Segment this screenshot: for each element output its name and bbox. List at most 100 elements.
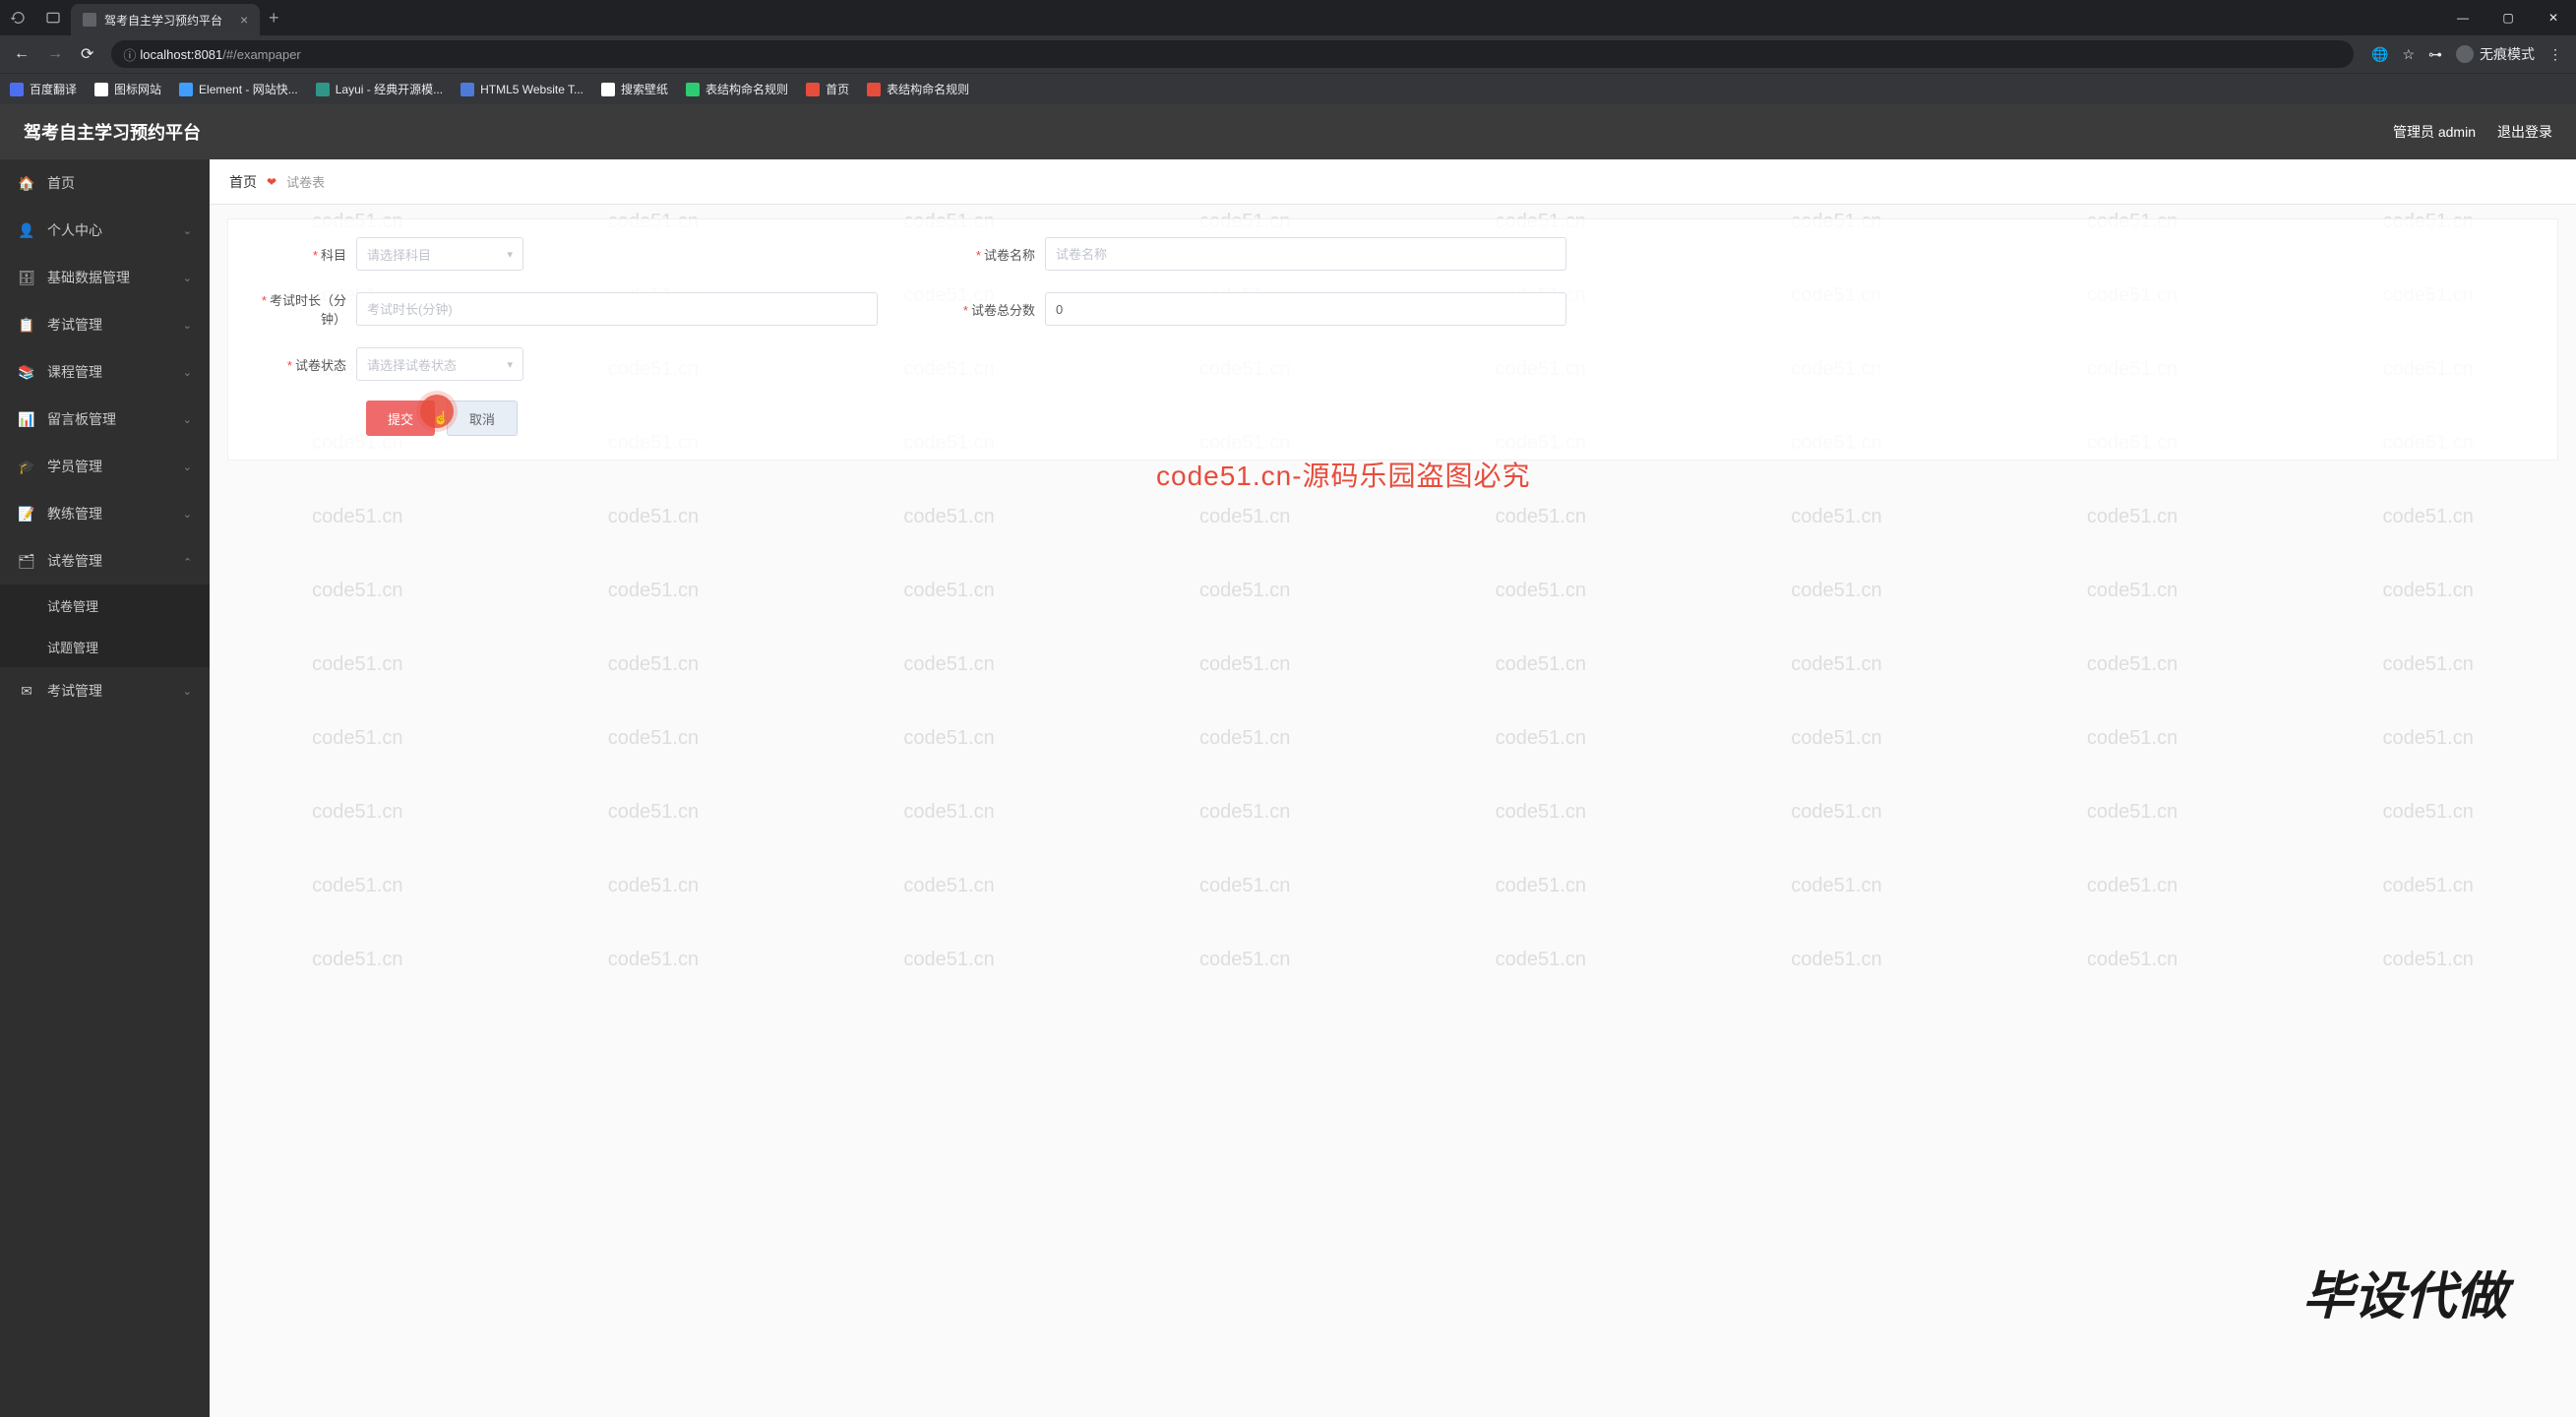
bookmark-label: Element - 网站快... [199,81,298,97]
browser-menu-icon[interactable]: ⋮ [2548,46,2562,63]
menu-icon: 📚 [18,364,35,381]
sidebar-item[interactable]: 🗄 基础数据管理 ⌄ [0,254,210,301]
chevron-down-icon: ⌄ [183,224,192,237]
url-host: localhost:8081 [140,47,222,62]
chevron-down-icon: ▾ [507,248,513,261]
sidebar-item[interactable]: 📋考试管理⌄ [0,301,210,348]
app-title: 驾考自主学习预约平台 [24,119,201,145]
bookmark-item[interactable]: 首页 [806,81,849,97]
bookmark-item[interactable]: 图标网站 [94,81,161,97]
sidebar-item[interactable]: 🎓学员管理⌄ [0,443,210,490]
menu-icon: 📊 [18,411,35,428]
bookmark-star-icon[interactable]: ☆ [2402,46,2415,63]
paper-name-label: *试卷名称 [937,245,1045,264]
menu-icon: ✉ [18,683,35,700]
menu-icon: 🗂 [18,553,35,570]
sidebar-item[interactable]: 👤个人中心⌄ [0,207,210,254]
maximize-button[interactable]: ▢ [2485,0,2531,35]
translate-icon[interactable]: 🌐 [2371,46,2388,63]
admin-label[interactable]: 管理员 admin [2393,122,2476,142]
menu-label: 个人中心 [47,220,102,240]
reload-button[interactable]: ⟳ [81,44,93,64]
cancel-button[interactable]: 取消 [447,400,518,436]
chevron-down-icon: ⌄ [183,555,192,568]
tab-search-icon[interactable] [35,10,71,26]
breadcrumb-home[interactable]: 首页 [229,172,257,192]
site-info-icon[interactable]: ⓘ [123,45,136,64]
menu-label: 学员管理 [47,457,102,476]
sidebar-item[interactable]: ✉考试管理⌄ [0,667,210,714]
menu-icon: 📝 [18,506,35,523]
menu-label: 留言板管理 [47,409,116,429]
paper-name-input[interactable] [1045,237,1566,271]
content-area: code51.cncode51.cncode51.cncode51.cncode… [210,159,2576,1417]
chevron-down-icon: ⌄ [183,319,192,332]
breadcrumb: 首页 ❤ 试卷表 [210,159,2576,205]
menu-icon: 🏠 [18,175,35,192]
bookmark-item[interactable]: 百度翻译 [10,81,77,97]
close-window-button[interactable]: ✕ [2531,0,2576,35]
breadcrumb-current: 试卷表 [286,172,325,191]
bookmark-label: 百度翻译 [30,81,77,97]
menu-label: 试卷管理 [47,551,102,571]
bookmark-favicon-icon [179,83,193,96]
logout-link[interactable]: 退出登录 [2497,122,2552,142]
bookmark-label: 首页 [826,81,849,97]
back-button[interactable]: ← [14,45,30,63]
bookmark-item[interactable]: 表结构命名规则 [686,81,788,97]
password-key-icon[interactable]: ⊶ [2428,46,2442,63]
incognito-label: 无痕模式 [2480,44,2535,64]
sidebar-item[interactable]: 📊 留言板管理 ⌄ [0,396,210,443]
status-label: *试卷状态 [248,355,356,374]
duration-label: *考试时长（分钟） [248,290,356,328]
menu-label: 首页 [47,173,75,193]
bookmark-label: 搜索壁纸 [621,81,668,97]
sidebar-item[interactable]: 📚 课程管理 ⌄ [0,348,210,396]
bookmark-item[interactable]: 表结构命名规则 [867,81,969,97]
url-box[interactable]: ⓘ localhost:8081/#/exampaper [111,40,2354,68]
cursor-hand-icon: ☝ [433,410,449,426]
duration-input[interactable] [356,292,878,326]
chevron-down-icon: ⌄ [183,272,192,284]
chevron-down-icon: ▾ [507,358,513,371]
bookmark-label: 表结构命名规则 [887,81,969,97]
tab-title: 驾考自主学习预约平台 [104,12,222,29]
menu-label: 基础数据管理 [47,268,130,287]
bookmarks-bar: 百度翻译 图标网站 Element - 网站快... Layui - 经典开源模...… [0,73,2576,104]
bookmark-item[interactable]: HTML5 Website T... [460,83,583,96]
browser-tab[interactable]: 驾考自主学习预约平台 × [71,4,260,35]
bookmark-item[interactable]: Element - 网站快... [179,81,298,97]
new-tab-button[interactable]: + [260,8,287,29]
menu-label: 考试管理 [47,315,102,335]
chevron-down-icon: ⌄ [183,413,192,426]
total-score-input[interactable] [1045,292,1566,326]
watermark-big: code51.cn-源码乐园盗图必究 [1156,455,1531,494]
bookmark-favicon-icon [806,83,820,96]
sidebar-item[interactable]: 🗂 试卷管理 ⌄ [0,537,210,585]
form-card: *科目 请选择科目 ▾ *试卷名称 [227,218,2558,461]
chevron-down-icon: ⌄ [183,366,192,379]
sidebar-subitem[interactable]: 试题管理 [0,626,210,667]
bookmark-label: Layui - 经典开源模... [336,81,443,97]
subject-select[interactable]: 请选择科目 ▾ [356,237,523,271]
sidebar-subitem[interactable]: 试卷管理 [0,585,210,626]
recent-tabs-icon[interactable] [0,10,35,26]
incognito-icon [2456,45,2474,63]
browser-chrome: 驾考自主学习预约平台 × + — ▢ ✕ ← → ⟳ ⓘ localhost:8… [0,0,2576,104]
menu-icon: 🗄 [18,270,35,286]
sidebar-item[interactable]: 📝教练管理⌄ [0,490,210,537]
sidebar-item[interactable]: 🏠 首页 [0,159,210,207]
bookmark-favicon-icon [316,83,330,96]
minimize-button[interactable]: — [2440,0,2485,35]
incognito-indicator[interactable]: 无痕模式 [2456,44,2535,64]
bookmark-favicon-icon [686,83,700,96]
status-select[interactable]: 请选择试卷状态 ▾ [356,347,523,381]
bookmark-item[interactable]: 搜索壁纸 [601,81,668,97]
address-bar: ← → ⟳ ⓘ localhost:8081/#/exampaper 🌐 ☆ ⊶… [0,35,2576,73]
bookmark-item[interactable]: Layui - 经典开源模... [316,81,443,97]
status-placeholder: 请选择试卷状态 [367,355,457,374]
tab-close-icon[interactable]: × [240,12,248,28]
addr-right: 🌐 ☆ ⊶ 无痕模式 ⋮ [2365,44,2568,64]
forward-button[interactable]: → [47,45,63,63]
menu-label: 课程管理 [47,362,102,382]
